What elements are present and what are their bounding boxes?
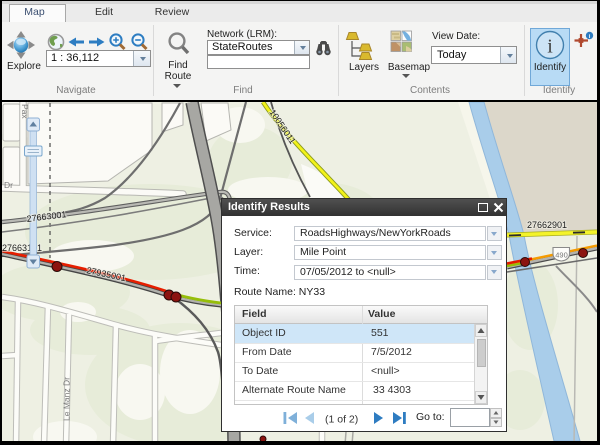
svg-text:i: i <box>547 36 553 58</box>
svg-text:Le Manz Dr: Le Manz Dr <box>62 377 72 421</box>
svg-text:Dr: Dr <box>4 180 13 190</box>
svg-text:Pax: Pax <box>20 104 30 119</box>
svg-text:490: 490 <box>555 251 568 260</box>
svg-text:(1 of 2): (1 of 2) <box>325 414 358 426</box>
svg-text:27662901: 27662901 <box>527 220 567 230</box>
